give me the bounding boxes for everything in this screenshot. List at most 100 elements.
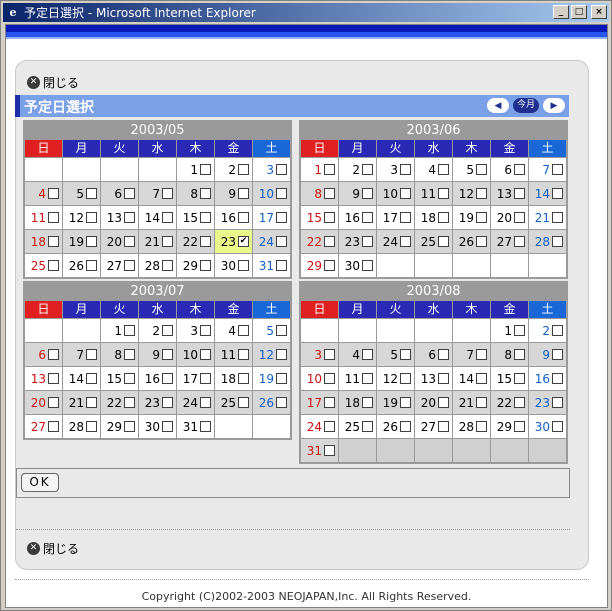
day-cell[interactable]: 13 — [491, 182, 528, 205]
day-checkbox[interactable] — [514, 373, 525, 384]
day-cell[interactable]: 1 — [301, 158, 338, 181]
day-cell[interactable]: 19 — [253, 367, 290, 390]
day-checkbox[interactable] — [86, 397, 97, 408]
day-checkbox[interactable] — [124, 325, 135, 336]
day-cell[interactable]: 19 — [377, 391, 414, 414]
day-checkbox[interactable] — [362, 260, 373, 271]
day-cell[interactable]: 14 — [139, 206, 176, 229]
day-cell[interactable]: 7 — [453, 343, 490, 366]
day-checkbox[interactable] — [86, 260, 97, 271]
day-checkbox[interactable] — [86, 373, 97, 384]
day-checkbox[interactable] — [438, 212, 449, 223]
day-cell[interactable]: 6 — [25, 343, 62, 366]
day-checkbox[interactable] — [552, 236, 563, 247]
day-checkbox[interactable] — [200, 260, 211, 271]
day-checkbox[interactable] — [552, 373, 563, 384]
day-checkbox[interactable] — [276, 349, 287, 360]
day-cell[interactable]: 10 — [301, 367, 338, 390]
day-checkbox[interactable] — [400, 349, 411, 360]
day-checkbox[interactable] — [476, 349, 487, 360]
day-checkbox[interactable] — [48, 236, 59, 247]
day-checkbox[interactable] — [514, 236, 525, 247]
day-cell[interactable]: 28 — [529, 230, 566, 253]
day-checkbox[interactable] — [514, 397, 525, 408]
day-checkbox[interactable] — [514, 212, 525, 223]
day-cell[interactable]: 21 — [139, 230, 176, 253]
day-checkbox[interactable] — [124, 212, 135, 223]
day-checkbox[interactable] — [86, 349, 97, 360]
day-checkbox[interactable] — [162, 373, 173, 384]
day-checkbox[interactable] — [276, 397, 287, 408]
day-cell[interactable]: 3 — [377, 158, 414, 181]
day-checkbox[interactable] — [552, 397, 563, 408]
day-cell[interactable]: 29 — [177, 254, 214, 277]
day-checkbox[interactable] — [124, 188, 135, 199]
day-cell[interactable]: 16 — [139, 367, 176, 390]
day-cell[interactable]: 11 — [215, 343, 252, 366]
day-checkbox[interactable] — [124, 373, 135, 384]
day-checkbox[interactable] — [324, 236, 335, 247]
day-cell[interactable]: 18 — [25, 230, 62, 253]
day-cell[interactable]: 27 — [25, 415, 62, 438]
day-cell[interactable]: 18 — [415, 206, 452, 229]
day-checkbox[interactable] — [162, 325, 173, 336]
day-checkbox[interactable]: ✔ — [238, 236, 249, 247]
day-cell[interactable]: 16 — [339, 206, 376, 229]
day-cell[interactable]: 17 — [377, 206, 414, 229]
day-checkbox[interactable] — [200, 325, 211, 336]
ok-button[interactable]: OK — [21, 473, 59, 492]
day-checkbox[interactable] — [200, 188, 211, 199]
day-checkbox[interactable] — [238, 188, 249, 199]
day-checkbox[interactable] — [200, 349, 211, 360]
close-link-top[interactable]: ✕ 閉じる — [27, 74, 79, 91]
day-checkbox[interactable] — [324, 373, 335, 384]
day-checkbox[interactable] — [238, 212, 249, 223]
day-cell[interactable]: 20 — [101, 230, 138, 253]
day-checkbox[interactable] — [324, 421, 335, 432]
day-checkbox[interactable] — [48, 260, 59, 271]
day-checkbox[interactable] — [438, 421, 449, 432]
day-cell[interactable]: 25 — [339, 415, 376, 438]
day-checkbox[interactable] — [400, 212, 411, 223]
day-cell[interactable]: 21 — [453, 391, 490, 414]
day-cell[interactable]: 18 — [215, 367, 252, 390]
day-checkbox[interactable] — [48, 188, 59, 199]
this-month-button[interactable]: 今月 — [512, 98, 539, 113]
day-cell[interactable]: 27 — [101, 254, 138, 277]
day-cell[interactable]: 26 — [63, 254, 100, 277]
day-checkbox[interactable] — [552, 325, 563, 336]
day-checkbox[interactable] — [514, 325, 525, 336]
day-cell[interactable]: 29 — [301, 254, 338, 277]
close-link-bottom[interactable]: ✕ 閉じる — [27, 540, 79, 557]
day-cell[interactable]: 23 ✔ — [215, 230, 252, 253]
day-checkbox[interactable] — [438, 188, 449, 199]
day-cell[interactable]: 21 — [63, 391, 100, 414]
day-cell[interactable]: 30 — [529, 415, 566, 438]
day-cell[interactable]: 17 — [177, 367, 214, 390]
day-checkbox[interactable] — [48, 421, 59, 432]
day-checkbox[interactable] — [438, 164, 449, 175]
day-cell[interactable]: 25 — [215, 391, 252, 414]
day-checkbox[interactable] — [48, 397, 59, 408]
day-cell[interactable]: 7 — [529, 158, 566, 181]
day-cell[interactable]: 15 — [491, 367, 528, 390]
day-cell[interactable]: 28 — [63, 415, 100, 438]
day-checkbox[interactable] — [238, 260, 249, 271]
day-checkbox[interactable] — [200, 421, 211, 432]
day-checkbox[interactable] — [400, 397, 411, 408]
day-cell[interactable]: 17 — [253, 206, 290, 229]
day-checkbox[interactable] — [324, 445, 335, 456]
day-checkbox[interactable] — [324, 349, 335, 360]
day-cell[interactable]: 24 — [301, 415, 338, 438]
day-cell[interactable]: 16 — [529, 367, 566, 390]
day-checkbox[interactable] — [276, 212, 287, 223]
day-checkbox[interactable] — [400, 373, 411, 384]
day-checkbox[interactable] — [400, 164, 411, 175]
day-cell[interactable]: 26 — [253, 391, 290, 414]
day-cell[interactable]: 22 — [491, 391, 528, 414]
day-cell[interactable]: 30 — [339, 254, 376, 277]
day-cell[interactable]: 17 — [301, 391, 338, 414]
day-cell[interactable]: 11 — [25, 206, 62, 229]
day-cell[interactable]: 20 — [25, 391, 62, 414]
day-cell[interactable]: 2 — [339, 158, 376, 181]
